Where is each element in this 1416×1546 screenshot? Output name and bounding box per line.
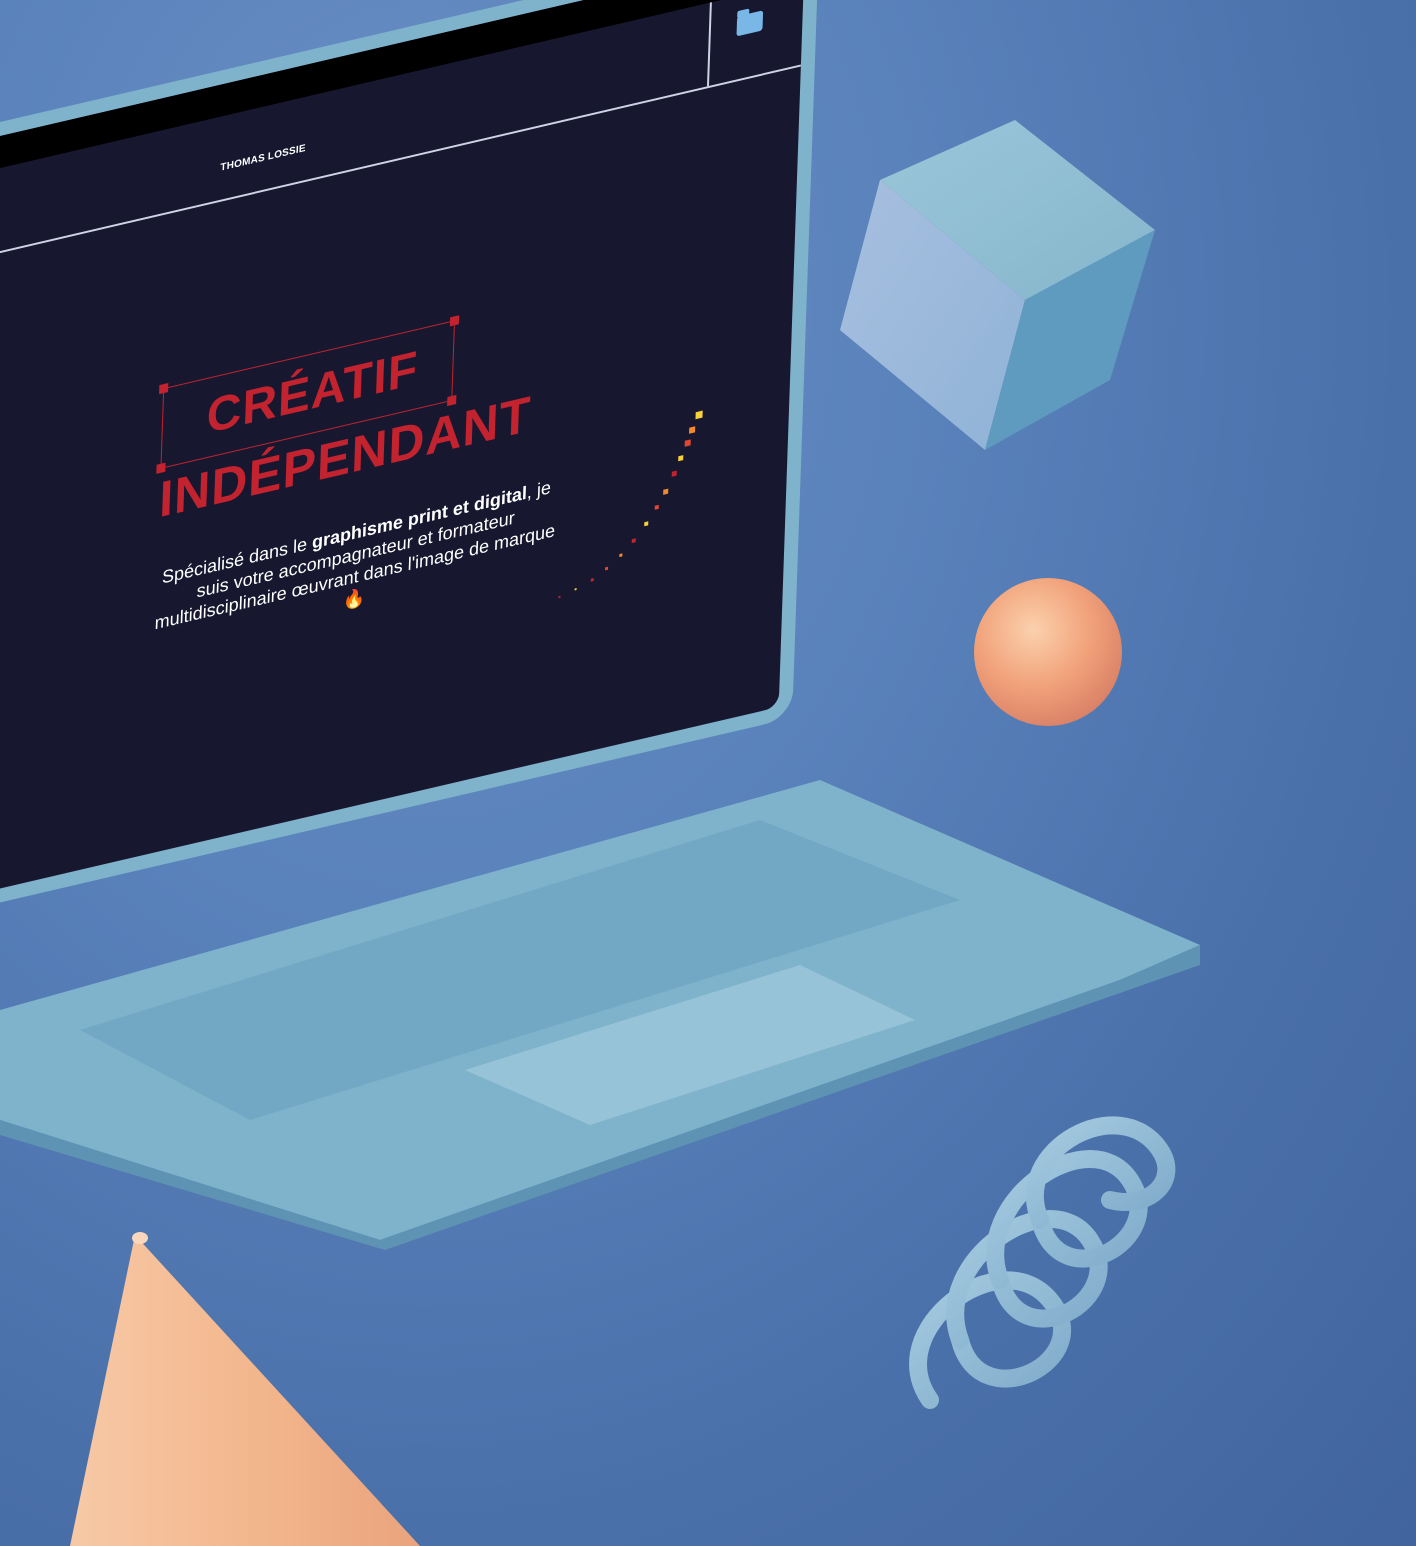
hero-section: CRÉATIF INDÉPENDANT Spécialisé dans le g… [154,266,644,633]
spring-shape [909,1116,1176,1409]
selection-handle [159,382,169,395]
header-vertical-divider [706,2,712,87]
sphere-shape [974,578,1122,726]
cube-shape [840,120,1155,450]
folder-icon[interactable] [736,10,764,37]
selection-handle [449,315,460,327]
header-divider [0,64,801,279]
fire-icon: 🔥 [342,586,366,612]
site-brand[interactable]: THOMAS LOSSIE [220,143,306,174]
cone-shape [70,1232,420,1546]
scene: THOMAS LOSSIE CRÉATIF INDÉPENDANT Spécia… [0,0,1416,1546]
sparkle-trail [558,410,703,599]
